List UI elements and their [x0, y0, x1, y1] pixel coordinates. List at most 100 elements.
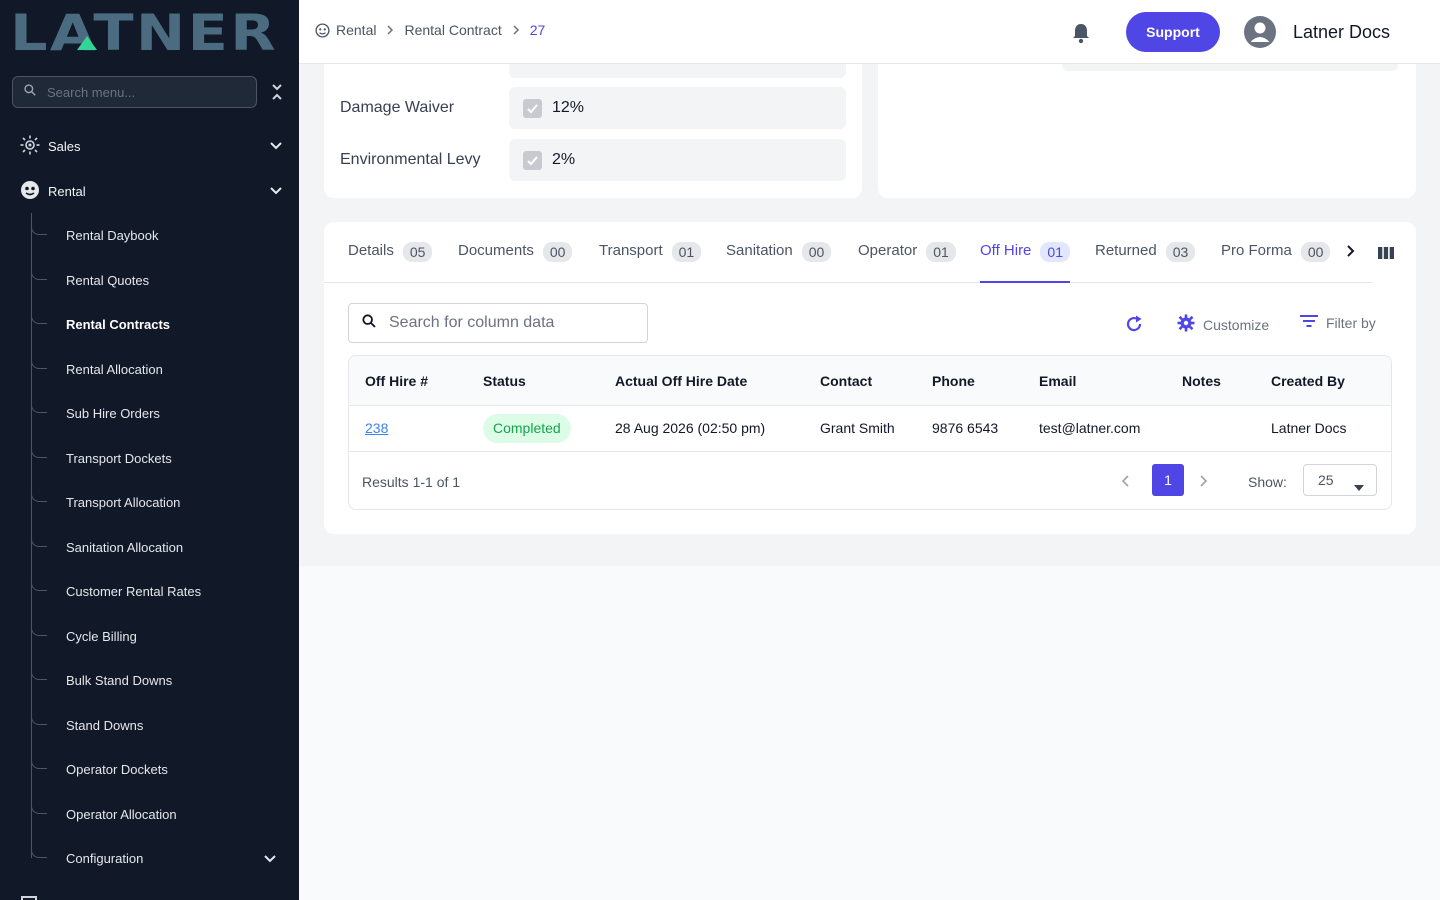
- table-search-input[interactable]: Search for column data: [348, 303, 648, 343]
- sidebar-item-label: Sub Hire Orders: [66, 406, 160, 421]
- tab-returned[interactable]: Returned 03: [1095, 242, 1196, 283]
- collapse-sidebar-button[interactable]: [267, 80, 287, 104]
- sidebar-item-sub-hire-orders[interactable]: Sub Hire Orders: [31, 395, 299, 431]
- damage-waiver-label: Damage Waiver: [340, 99, 455, 116]
- tab-off-hire[interactable]: Off Hire 01: [980, 242, 1070, 283]
- environmental-levy-field[interactable]: 2%: [509, 139, 846, 181]
- sidebar-item-operator-dockets[interactable]: Operator Dockets: [31, 751, 299, 787]
- sidebar-item-sanitation-allocation[interactable]: Sanitation Allocation: [31, 529, 299, 565]
- sidebar-item-label: Operator Dockets: [66, 762, 168, 777]
- environmental-levy-checkbox[interactable]: [523, 150, 542, 170]
- avatar-icon[interactable]: [1244, 16, 1276, 48]
- sidebar-item-stand-downs[interactable]: Stand Downs: [31, 707, 299, 743]
- tab-documents[interactable]: Documents 00: [458, 242, 573, 283]
- tab-label: Pro Forma: [1221, 242, 1292, 259]
- gear-icon: [1177, 314, 1195, 335]
- sidebar-item-rental-daybook[interactable]: Rental Daybook: [31, 217, 299, 253]
- sidebar-item-rental-quotes[interactable]: Rental Quotes: [31, 262, 299, 298]
- sidebar-item-transport-dockets[interactable]: Transport Dockets: [31, 440, 299, 476]
- page-size-value: 25: [1318, 472, 1334, 488]
- breadcrumb-current: 27: [529, 22, 546, 38]
- user-name[interactable]: Latner Docs: [1293, 22, 1390, 43]
- sales-icon: [20, 135, 40, 158]
- table-header: Off Hire # Status Actual Off Hire Date C…: [349, 356, 1391, 406]
- show-label: Show:: [1248, 474, 1287, 490]
- sidebar-item-cycle-billing[interactable]: Cycle Billing: [31, 618, 299, 654]
- page-size-select[interactable]: 25: [1303, 464, 1377, 496]
- filter-button[interactable]: Filter by: [1300, 314, 1376, 331]
- column-header[interactable]: Created By: [1271, 373, 1345, 389]
- sidebar-item-label: Rental Contracts: [66, 317, 171, 332]
- search-icon: [361, 313, 377, 334]
- tab-count-badge: 01: [926, 242, 956, 262]
- sidebar-item-rental[interactable]: Rental: [0, 171, 299, 211]
- sidebar-item-label: Transport Allocation: [66, 495, 181, 510]
- sidebar-item-configuration[interactable]: Configuration: [31, 840, 299, 876]
- tab-pro-forma[interactable]: Pro Forma 00: [1221, 242, 1331, 283]
- contract-details-card: Damage Waiver 12% Environmental Levy 2%: [324, 64, 862, 198]
- column-header[interactable]: Email: [1039, 373, 1076, 389]
- breadcrumb-rental[interactable]: Rental: [336, 22, 376, 38]
- menu-search-input[interactable]: Search menu...: [12, 76, 257, 108]
- columns-icon[interactable]: [1378, 246, 1394, 264]
- menu-search-placeholder: Search menu...: [47, 84, 136, 100]
- chevron-right-icon[interactable]: [1198, 474, 1208, 493]
- tab-count-badge: 01: [1040, 242, 1070, 262]
- customize-label: Customize: [1203, 316, 1270, 333]
- sidebar-item-bulk-stand-downs[interactable]: Bulk Stand Downs: [31, 662, 299, 698]
- caret-down-icon: [1354, 478, 1364, 494]
- sidebar-item-rental-allocation[interactable]: Rental Allocation: [31, 351, 299, 387]
- chevron-down-icon: [269, 138, 283, 155]
- tab-operator[interactable]: Operator 01: [858, 242, 956, 283]
- off-hire-card: Details 05 Documents 00 Transport 01 Sanita…: [324, 222, 1416, 534]
- page-1-button[interactable]: 1: [1152, 464, 1184, 496]
- sidebar-item-label: Cycle Billing: [66, 629, 137, 644]
- refresh-icon[interactable]: [1124, 314, 1144, 339]
- email-cell: test@latner.com: [1039, 420, 1141, 436]
- support-button[interactable]: Support: [1126, 12, 1220, 52]
- tab-transport[interactable]: Transport 01: [599, 242, 702, 283]
- sidebar-item-label: Sales: [48, 138, 81, 154]
- sidebar-item-operator-allocation[interactable]: Operator Allocation: [31, 796, 299, 832]
- chevron-left-icon[interactable]: [1121, 474, 1131, 493]
- column-header[interactable]: Off Hire #: [365, 373, 428, 389]
- tab-label: Returned: [1095, 242, 1157, 259]
- filter-icon: [1300, 314, 1318, 331]
- bell-icon[interactable]: [1071, 22, 1091, 49]
- breadcrumb-rental-contract[interactable]: Rental Contract: [404, 22, 501, 38]
- content-empty-area: [299, 566, 1440, 900]
- sidebar-item-rental-contracts[interactable]: Rental Contracts: [31, 306, 299, 342]
- off-hire-table: Off Hire # Status Actual Off Hire Date C…: [348, 355, 1392, 510]
- column-header[interactable]: Phone: [932, 373, 975, 389]
- column-header[interactable]: Contact: [820, 373, 872, 389]
- tab-sanitation[interactable]: Sanitation 00: [726, 242, 832, 283]
- damage-waiver-checkbox[interactable]: [523, 98, 542, 118]
- sidebar-item-label: Customer Rental Rates: [66, 584, 202, 599]
- column-header[interactable]: Status: [483, 373, 526, 389]
- contract-summary-card: [878, 64, 1416, 198]
- customize-button[interactable]: Customize: [1177, 314, 1269, 335]
- sidebar-item-transport-allocation[interactable]: Transport Allocation: [31, 484, 299, 520]
- sidebar-item-customer-rental-rates[interactable]: Customer Rental Rates: [31, 573, 299, 609]
- search-icon: [23, 83, 37, 102]
- next-section-icon: [20, 892, 38, 900]
- sidebar-item-sales[interactable]: Sales: [0, 126, 299, 166]
- damage-waiver-value: 12%: [552, 99, 585, 116]
- off-hire-number-link[interactable]: 238: [365, 420, 388, 436]
- tab-count-badge: 01: [671, 242, 702, 262]
- table-search-placeholder: Search for column data: [389, 314, 555, 331]
- column-header[interactable]: Actual Off Hire Date: [615, 373, 747, 389]
- table-footer: Results 1-1 of 1 1 Show: 25: [349, 453, 1391, 509]
- tab-count-badge: 00: [542, 242, 573, 262]
- column-header[interactable]: Notes: [1182, 373, 1221, 389]
- chevron-right-icon[interactable]: [1344, 244, 1358, 263]
- tab-details[interactable]: Details 05: [348, 242, 433, 283]
- top-header: Rental Rental Contract 27 Support Latner…: [299, 0, 1440, 64]
- tab-label: Documents: [458, 242, 534, 259]
- tab-count-badge: 03: [1165, 242, 1196, 262]
- sidebar-item-label: Rental Allocation: [66, 362, 163, 377]
- sidebar-item-label: Sanitation Allocation: [66, 540, 184, 555]
- table-row[interactable]: 238 Completed 28 Aug 2026 (02:50 pm) Gra…: [349, 406, 1391, 452]
- chevron-down-icon: [269, 183, 283, 200]
- damage-waiver-field[interactable]: 12%: [509, 87, 846, 129]
